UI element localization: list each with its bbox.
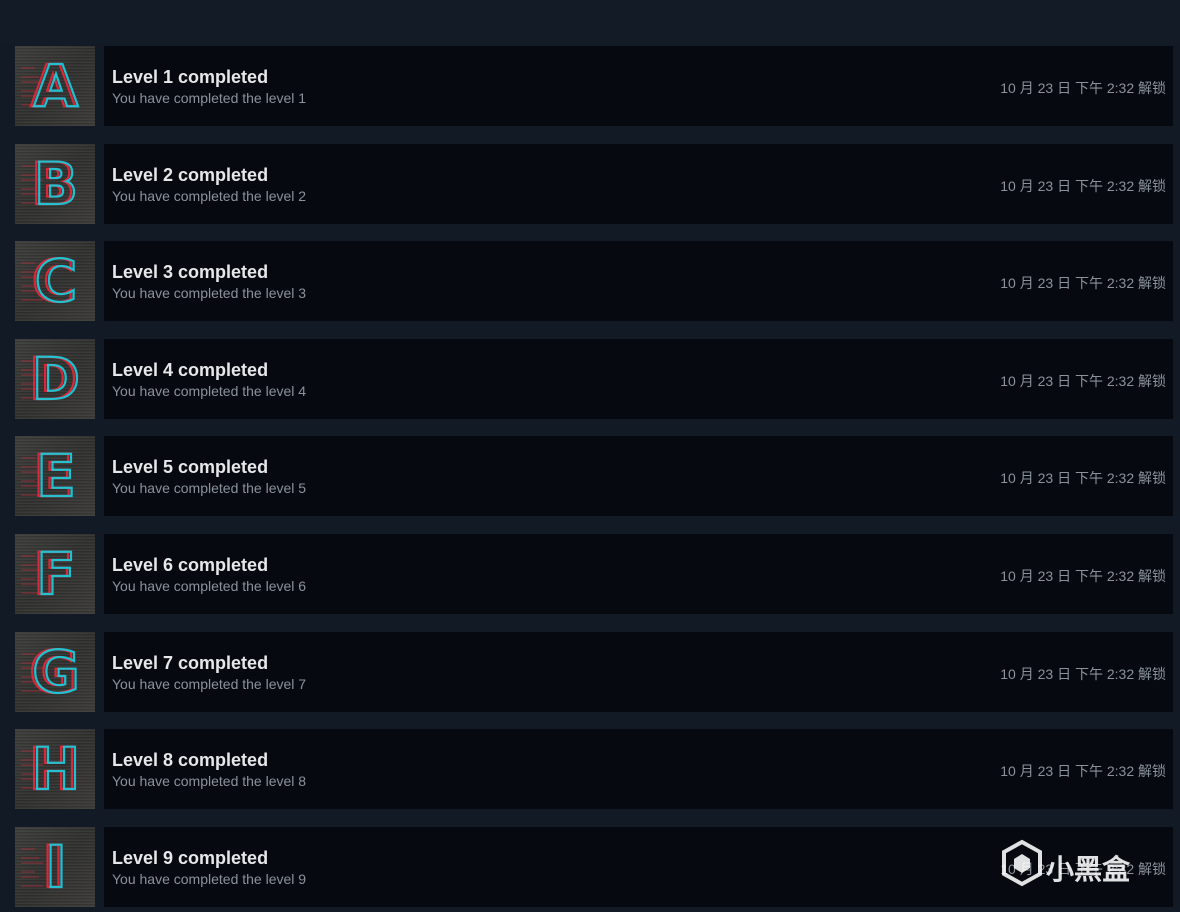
achievement-badge-icon: DD (15, 338, 95, 419)
unlock-timestamp: 10 月 23 日 下午 2:32 解锁 (1000, 80, 1166, 96)
achievement-row[interactable]: D D Level 4 completed You have completed th… (15, 338, 1173, 419)
glitch-letter-icon: AA (21, 51, 80, 121)
achievement-title: Level 9 completed (112, 847, 269, 868)
achievement-title: Level 3 completed (112, 262, 269, 283)
achievement-description: You have completed the level 1 (112, 90, 307, 106)
glitch-letter-icon: II (21, 832, 68, 902)
glitch-letter-icon: DD (21, 344, 81, 414)
header-band (0, 0, 1180, 45)
watermark-text: 小黑盒 (1046, 853, 1131, 886)
unlock-timestamp: 10 月 23 日 下午 2:32 解锁 (1000, 568, 1166, 584)
achievement-card: Level 8 completed You have completed the … (104, 729, 1173, 810)
achievement-description: You have completed the level 5 (112, 480, 307, 497)
achievement-title: Level 5 completed (112, 457, 269, 478)
badge-letter: B (34, 150, 78, 218)
achievement-badge-icon: II (15, 826, 95, 907)
badge-letter: F (36, 540, 76, 608)
achievement-badge-icon: FF (15, 534, 95, 614)
achievement-title: Level 8 completed (112, 750, 269, 771)
badge-letter: I (45, 833, 67, 901)
achievement-badge-icon: GG (15, 631, 95, 712)
unlock-timestamp: 10 月 23 日 下午 2:32 解锁 (1000, 470, 1166, 487)
achievement-badge-icon: HH (15, 729, 95, 810)
achievement-badge-icon: EE (15, 436, 95, 517)
achievement-badge-icon: AA (15, 46, 95, 126)
badge-letter: D (32, 345, 80, 413)
badge-letter: G (32, 638, 80, 706)
achievement-row[interactable]: C C Level 3 completed You have completed th… (15, 241, 1173, 322)
unlock-timestamp: 10 月 23 日 下午 2:32 解锁 (1000, 372, 1166, 389)
achievement-card: Level 1 completed You have completed the … (104, 46, 1173, 126)
glitch-letter-icon: HH (21, 734, 81, 804)
achievement-row[interactable]: B B Level 2 completed You have completed th… (15, 143, 1173, 224)
badge-letter: E (36, 442, 76, 510)
achievement-title: Level 7 completed (112, 652, 269, 673)
achievement-description: You have completed the level 6 (112, 578, 307, 594)
watermark: 小黑盒 (1000, 838, 1150, 888)
achievement-description: You have completed the level 8 (112, 773, 307, 790)
glitch-letter-icon: GG (21, 636, 81, 707)
achievement-title: Level 6 completed (112, 555, 269, 575)
unlock-timestamp: 10 月 23 日 下午 2:32 解锁 (1000, 177, 1166, 194)
achievement-row[interactable]: H H Level 8 completed You have completed th… (15, 729, 1173, 810)
achievement-badge-icon: BB (15, 143, 95, 224)
achievement-card: Level 7 completed You have completed the … (104, 631, 1173, 712)
badge-letter: A (34, 52, 79, 120)
glitch-letter-icon: EE (21, 441, 77, 511)
glitch-letter-icon: BB (21, 148, 79, 219)
achievement-row[interactable]: F F Level 6 completed You have completed th… (15, 534, 1173, 614)
xiaoheihe-logo-icon (1002, 839, 1042, 887)
glitch-letter-icon: CC (21, 246, 78, 316)
achievement-badge-icon: CC (15, 241, 95, 322)
glitch-letter-icon: FF (21, 539, 77, 609)
achievement-description: You have completed the level 2 (112, 187, 307, 204)
achievement-description: You have completed the level 9 (112, 870, 307, 887)
achievement-description: You have completed the level 7 (112, 675, 307, 692)
achievement-row[interactable]: G G Level 7 completed You have completed th… (15, 631, 1173, 712)
achievement-row[interactable]: A A Level 1 completed You have completed th… (15, 46, 1173, 126)
achievement-title: Level 2 completed (112, 164, 269, 185)
badge-letter: H (32, 735, 81, 803)
achievement-card: Level 4 completed You have completed the … (104, 338, 1173, 419)
achievement-title: Level 4 completed (112, 359, 269, 380)
achievement-card: Level 2 completed You have completed the … (104, 143, 1173, 224)
unlock-timestamp: 10 月 23 日 下午 2:32 解锁 (1000, 763, 1166, 780)
achievement-description: You have completed the level 4 (112, 382, 307, 399)
achievement-description: You have completed the level 3 (112, 285, 307, 302)
achievement-card: Level 3 completed You have completed the … (104, 241, 1173, 322)
achievement-card: Level 6 completed You have completed the … (104, 534, 1173, 614)
unlock-timestamp: 10 月 23 日 下午 2:32 解锁 (1000, 275, 1166, 292)
unlock-timestamp: 10 月 23 日 下午 2:32 解锁 (1000, 665, 1166, 682)
achievement-card: Level 5 completed You have completed the … (104, 436, 1173, 517)
achievements-page: A A Level 1 completed You have completed th… (0, 0, 1180, 912)
badge-letter: C (35, 247, 78, 315)
achievement-row[interactable]: E E Level 5 completed You have completed th… (15, 436, 1173, 517)
achievement-title: Level 1 completed (112, 67, 269, 87)
